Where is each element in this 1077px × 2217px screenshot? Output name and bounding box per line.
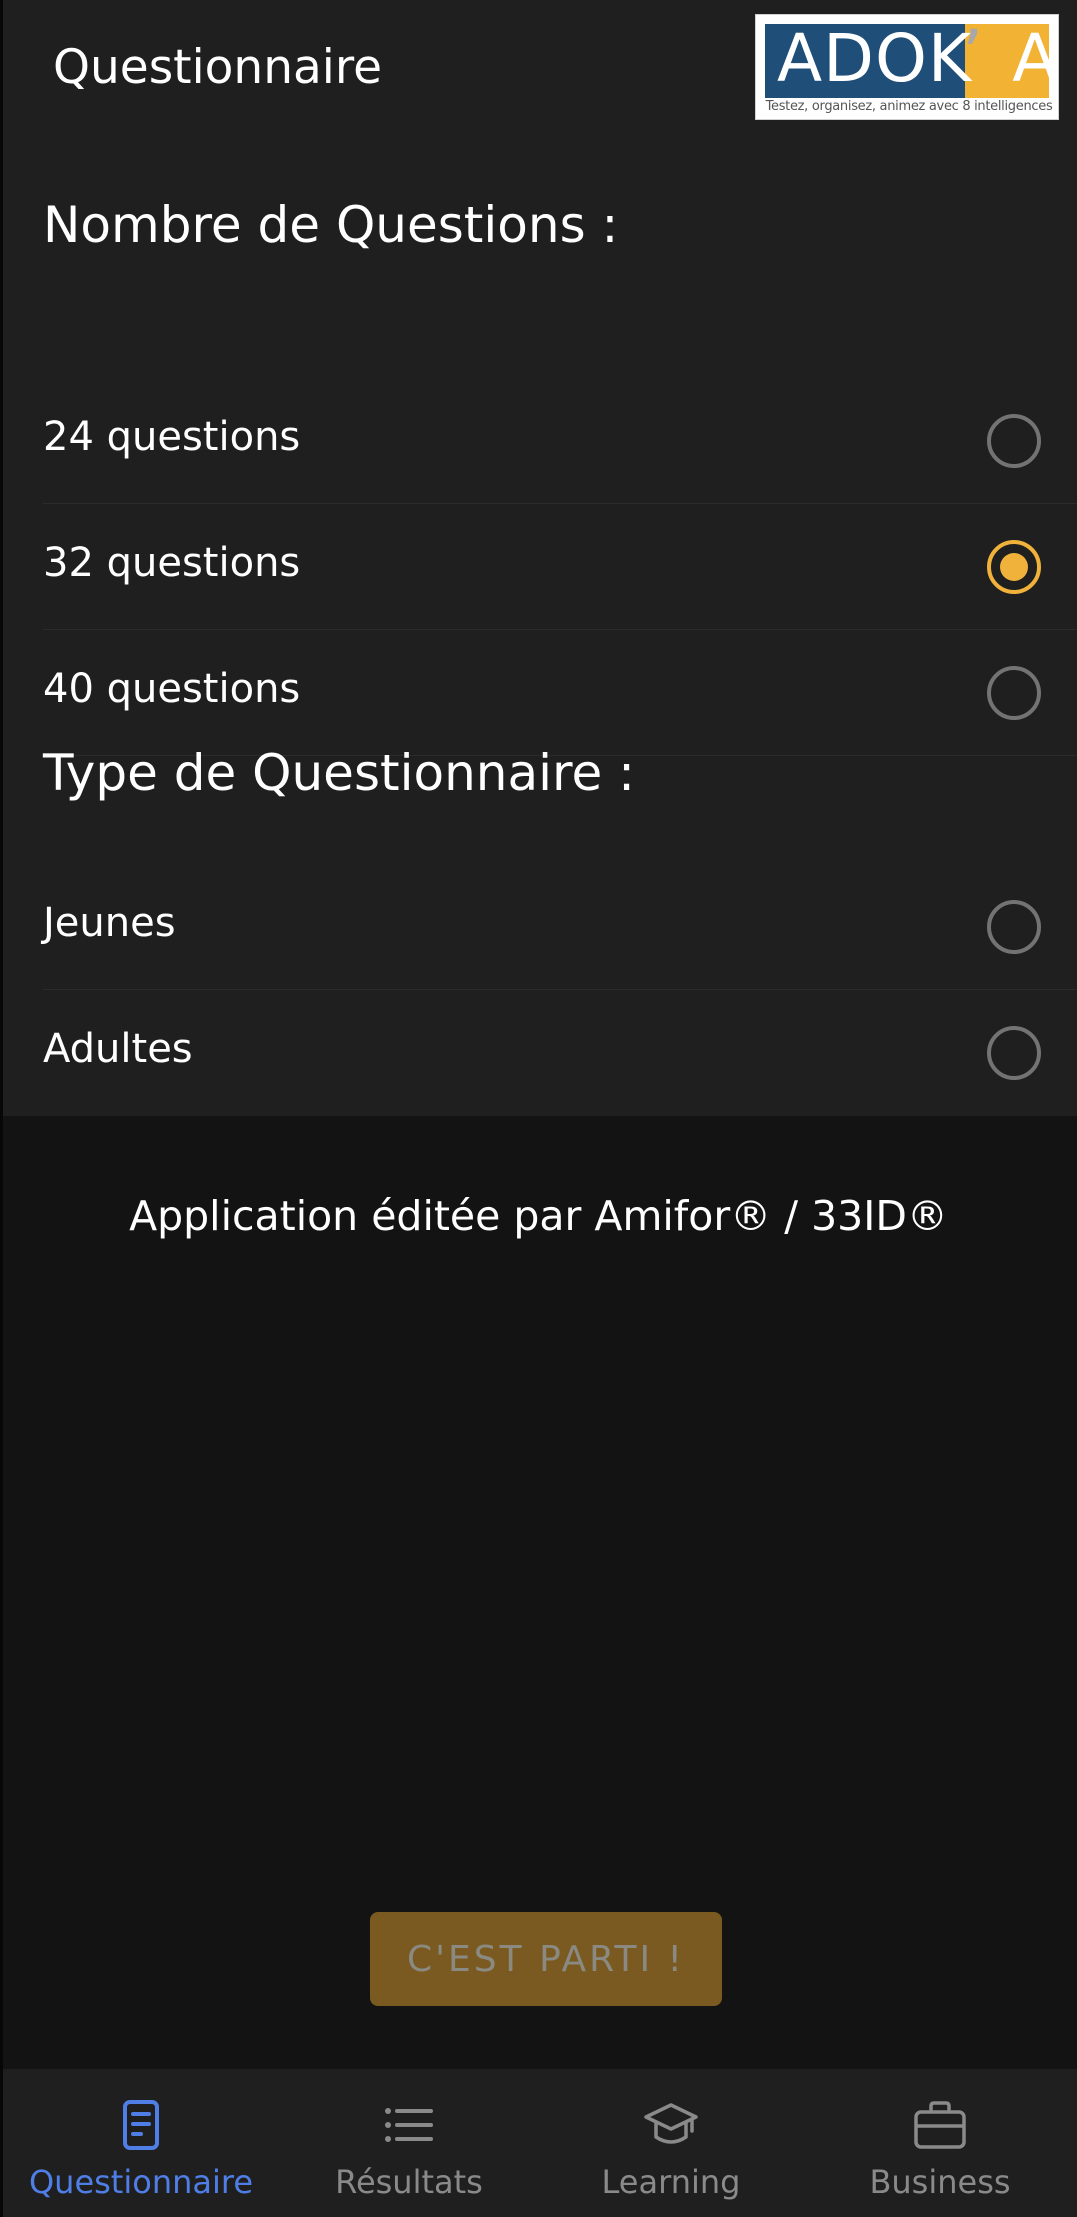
logo-apostrophe: ’ xyxy=(962,24,983,93)
page-title: Questionnaire xyxy=(53,40,383,95)
nav-resultats[interactable]: Résultats xyxy=(279,2069,539,2217)
nav-learning[interactable]: Learning xyxy=(539,2069,803,2217)
logo-band: ADOK A ’ xyxy=(765,24,1049,98)
radio-button-selected[interactable] xyxy=(987,540,1041,594)
option-label: 32 questions xyxy=(43,540,301,586)
app-header: Questionnaire ADOK A ’ Testez, organisez,… xyxy=(3,0,1077,142)
radio-button[interactable] xyxy=(987,666,1041,720)
options-panel: Nombre de Questions : 24 questions 32 qu… xyxy=(3,142,1077,1116)
option-jeunes[interactable]: Jeunes xyxy=(43,864,1077,990)
questionnaire-type-title: Type de Questionnaire : xyxy=(43,744,635,802)
logo-tagline: Testez, organisez, animez avec 8 intelli… xyxy=(765,99,1053,114)
option-adultes[interactable]: Adultes xyxy=(43,990,1077,1116)
question-count-title: Nombre de Questions : xyxy=(43,196,619,254)
publisher-credit: Application éditée par Amifor® / 33ID® xyxy=(129,1192,948,1240)
option-label: 24 questions xyxy=(43,414,301,460)
option-40-questions[interactable]: 40 questions xyxy=(43,630,1077,756)
option-label: Adultes xyxy=(43,1026,193,1072)
option-32-questions[interactable]: 32 questions xyxy=(43,504,1077,630)
questionnaire-screen: Questionnaire ADOK A ’ Testez, organisez,… xyxy=(0,0,1077,2217)
nav-questionnaire[interactable]: Questionnaire xyxy=(3,2069,279,2217)
nav-label: Learning xyxy=(601,2163,741,2201)
document-icon xyxy=(123,2100,159,2150)
graduation-cap-icon xyxy=(644,2103,698,2144)
option-label: Jeunes xyxy=(43,900,176,946)
option-24-questions[interactable]: 24 questions xyxy=(43,378,1077,504)
radio-button[interactable] xyxy=(987,1026,1041,1080)
nav-label: Business xyxy=(869,2163,1011,2201)
nav-label: Questionnaire xyxy=(28,2163,254,2201)
start-button[interactable]: C'EST PARTI ! xyxy=(370,1912,722,2006)
option-label: 40 questions xyxy=(43,666,301,712)
bottom-navigation: Questionnaire Résultats Learning Busines… xyxy=(3,2069,1077,2217)
nav-label: Résultats xyxy=(335,2163,483,2201)
radio-button[interactable] xyxy=(987,414,1041,468)
briefcase-icon xyxy=(914,2101,966,2149)
radio-button[interactable] xyxy=(987,900,1041,954)
nav-business[interactable]: Business xyxy=(803,2069,1077,2217)
logo-wordmark: ADOK A xyxy=(777,24,1049,97)
list-icon xyxy=(385,2108,433,2142)
adokia-logo: ADOK A ’ Testez, organisez, animez avec 8… xyxy=(755,14,1059,120)
